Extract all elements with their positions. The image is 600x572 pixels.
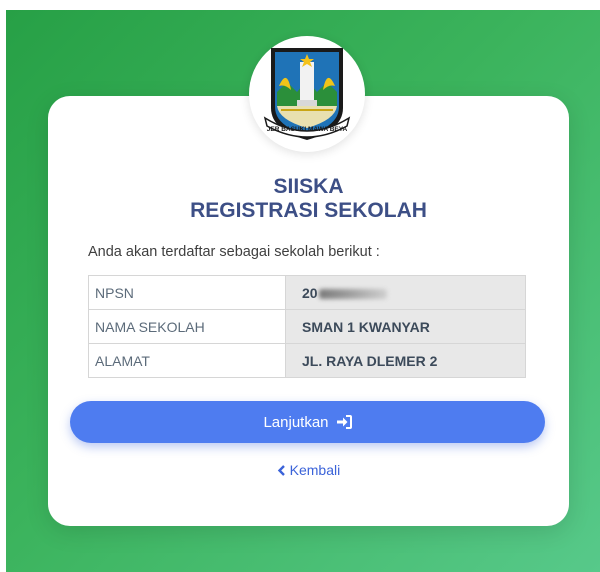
back-link[interactable]: Kembali: [277, 462, 340, 478]
address-value: JL. RAYA DLEMER 2: [285, 343, 526, 378]
continue-button-label: Lanjutkan: [263, 413, 329, 431]
school-name-value: SMAN 1 KWANYAR: [285, 309, 526, 344]
table-row: NPSN 20: [88, 275, 526, 310]
continue-button[interactable]: Lanjutkan: [70, 401, 545, 443]
jawa-timur-emblem-icon: JER BASUKI MAWA BEYA: [263, 48, 351, 140]
back-link-label: Kembali: [289, 462, 341, 478]
svg-text:JER BASUKI MAWA BEYA: JER BASUKI MAWA BEYA: [267, 126, 348, 133]
sign-in-icon: [336, 415, 352, 429]
back-link-row: Kembali: [48, 462, 569, 478]
address-label: ALAMAT: [88, 343, 286, 378]
intro-text: Anda akan terdaftar sebagai sekolah beri…: [88, 244, 380, 260]
npsn-value-cell: 20: [285, 275, 526, 310]
table-row: ALAMAT JL. RAYA DLEMER 2: [88, 343, 526, 378]
logo-badge: JER BASUKI MAWA BEYA: [249, 36, 365, 152]
school-name-label: NAMA SEKOLAH: [88, 309, 286, 344]
npsn-value: 20: [302, 284, 318, 301]
school-info-table: NPSN 20 NAMA SEKOLAH SMAN 1 KWANYAR ALAM…: [88, 275, 526, 378]
table-row: NAMA SEKOLAH SMAN 1 KWANYAR: [88, 309, 526, 344]
redacted-blur: [318, 288, 387, 299]
npsn-label: NPSN: [88, 275, 286, 310]
page-title: REGISTRASI SEKOLAH: [190, 199, 427, 222]
chevron-left-icon: [277, 462, 290, 478]
app-title: SIISKA: [273, 175, 344, 198]
